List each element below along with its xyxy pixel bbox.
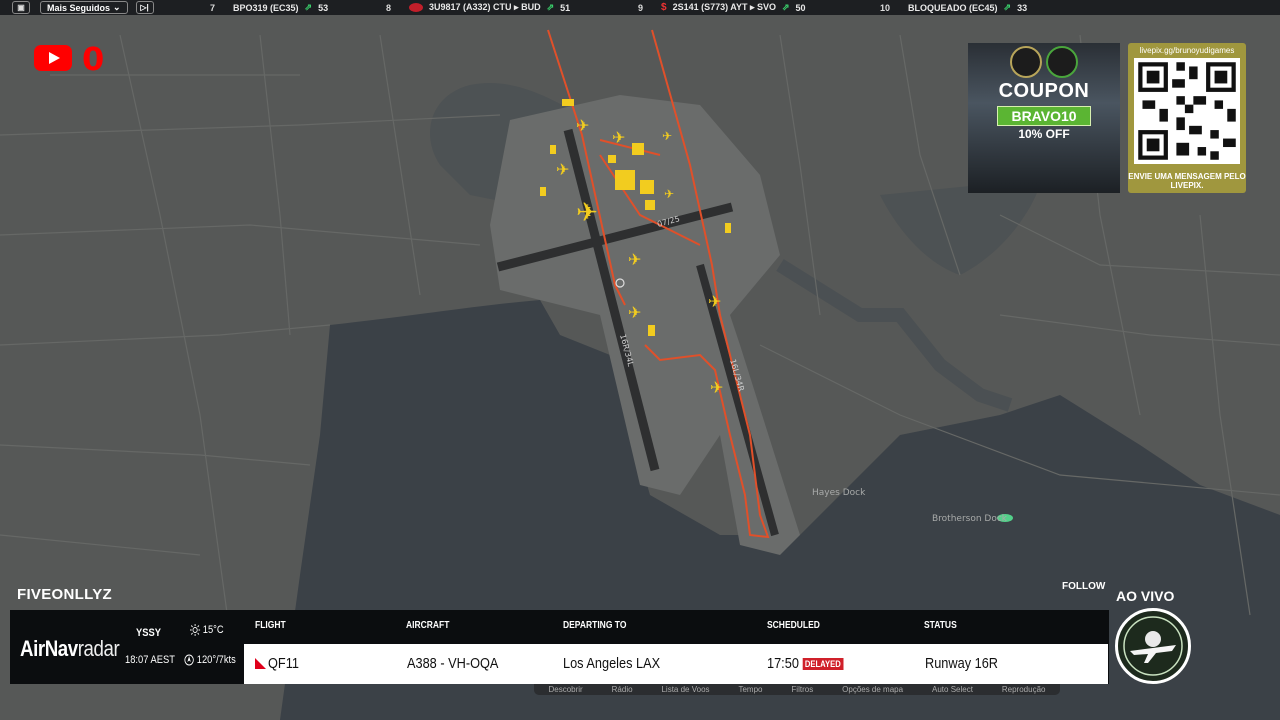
- menu-item-auto-select[interactable]: Auto Select: [932, 685, 973, 694]
- livepix-message: ENVIE UMA MENSAGEM PELO LIVEPIX.: [1128, 172, 1246, 190]
- airline-logo-icon: $: [661, 2, 667, 13]
- ticker-item[interactable]: 7 BPO319 (EC35) ⇗ 53: [210, 0, 328, 15]
- plane-icon: ✈: [710, 378, 723, 397]
- ticker-count: 53: [318, 2, 329, 13]
- plane-icon: ✈: [708, 292, 721, 311]
- brand-name: AirNav: [20, 636, 78, 661]
- coupon-code: BRAVO10: [997, 106, 1091, 126]
- livepix-ad: livepix.gg/brunoyudigames ENVIE UMA MENS…: [1128, 43, 1246, 193]
- follow-button[interactable]: FOLLOW: [1062, 581, 1105, 592]
- ticker-item[interactable]: 10 BLOQUEADO (EC45) ⇗ 33: [880, 0, 1027, 15]
- menu-item-map-options[interactable]: Opções de mapa: [842, 685, 903, 694]
- trend-up-icon: ⇗: [546, 2, 555, 12]
- coupon-title: COUPON: [998, 80, 1090, 102]
- wind-direction-icon: [184, 654, 194, 666]
- menu-item-weather[interactable]: Tempo: [738, 685, 762, 694]
- filter-dropdown[interactable]: Mais Seguidos ⌄: [40, 1, 128, 14]
- ticker-count: 50: [795, 2, 806, 13]
- sun-icon: [190, 624, 201, 636]
- youtube-icon: [34, 45, 72, 71]
- airplane-emblem-icon: [1123, 616, 1183, 676]
- plane-icon: ✈: [628, 303, 641, 322]
- menu-item-discover[interactable]: Descobrir: [548, 685, 582, 694]
- plane-icon: ✈: [576, 116, 589, 135]
- menu-item-flight-list[interactable]: Lista de Voos: [661, 685, 709, 694]
- plane-icon: ✈: [664, 187, 674, 201]
- skip-icon[interactable]: ▷|: [135, 1, 154, 14]
- ticker-flight: BPO319 (EC35): [233, 2, 299, 13]
- coupon-ad: COUPON BRAVO10 10% OFF: [968, 43, 1120, 193]
- channel-badge-icon: [1115, 608, 1191, 684]
- wind-speed: 120°/7kts: [196, 654, 236, 666]
- airport-code: YSSY: [136, 627, 161, 639]
- trend-up-icon: ⇗: [781, 2, 790, 12]
- qantas-logo-icon: [255, 658, 266, 669]
- ticker-item[interactable]: 9 $ 2S141 (S773) AYT ▸ SVO ⇗ 50: [638, 0, 806, 15]
- weather-info: 15°C: [190, 624, 224, 636]
- ticker-rank: 7: [210, 2, 216, 13]
- ticker-rank: 10: [880, 2, 891, 13]
- destination: Los Angeles LAX: [563, 655, 661, 672]
- delayed-badge: DELAYED: [802, 658, 844, 671]
- scheduled-time-cell: 17:50 DELAYED: [767, 655, 844, 672]
- ticker-count: 51: [560, 2, 571, 13]
- scheduled-time: 17:50: [767, 655, 799, 672]
- plane-icon: ✈: [556, 160, 569, 179]
- window-icon[interactable]: ▣: [12, 1, 30, 14]
- plane-icon: ✈: [662, 129, 672, 143]
- filter-label: Mais Seguidos: [47, 2, 111, 13]
- place-label: Brotherson Dock: [932, 514, 1008, 524]
- ticker-flight: BLOQUEADO (EC45): [908, 2, 998, 13]
- local-time: 18:07 AEST: [125, 654, 175, 666]
- map-menu-bar: Descobrir Rádio Lista de Voos Tempo Filt…: [534, 684, 1060, 695]
- menu-item-playback[interactable]: Reprodução: [1002, 685, 1046, 694]
- flight-status: Runway 16R: [925, 655, 999, 672]
- ticker-flight: 3U9817 (A332) CTU ▸ BUD: [429, 2, 541, 12]
- ticker-item[interactable]: 8 3U9817 (A332) CTU ▸ BUD ⇗ 51: [386, 0, 570, 15]
- plane-icon: ✈: [628, 250, 641, 269]
- header-scheduled: SCHEDULED: [767, 620, 820, 631]
- ticker-rank: 9: [638, 2, 644, 13]
- trend-up-icon: ⇗: [304, 2, 313, 12]
- header-status: STATUS: [924, 620, 957, 631]
- trend-up-icon: ⇗: [1003, 2, 1012, 12]
- aircraft-type: A388 - VH-OQA: [407, 655, 499, 672]
- header-flight: FLIGHT: [255, 620, 286, 631]
- brand-logo-icon: [1010, 46, 1042, 78]
- wind-info: 120°/7kts: [184, 654, 236, 666]
- brand-suffix: radar: [77, 636, 120, 661]
- ticker-flight: 2S141 (S773) AYT ▸ SVO: [672, 2, 776, 12]
- airline-logo-icon: [409, 3, 424, 12]
- livepix-url: livepix.gg/brunoyudigames: [1139, 46, 1235, 55]
- plane-icon: ✈: [612, 128, 625, 147]
- coupon-discount: 10% OFF: [1018, 127, 1070, 141]
- header-destination: DEPARTING TO: [563, 620, 627, 631]
- temperature: 15°C: [202, 624, 224, 636]
- place-label: Hayes Dock: [812, 488, 866, 498]
- chevron-down-icon: ⌄: [113, 2, 121, 12]
- youtube-count: 0: [82, 40, 105, 78]
- live-label: AO VIVO: [1116, 588, 1175, 604]
- menu-item-radio[interactable]: Rádio: [612, 685, 633, 694]
- airnav-logo: AirNavradar: [20, 636, 120, 662]
- flight-row[interactable]: QF11 A388 - VH-OQA Los Angeles LAX 17:50…: [244, 644, 1108, 684]
- flight-number: QF11: [268, 655, 299, 672]
- streamer-username: FIVEONLLYZ: [17, 586, 112, 603]
- ticker-bar: ▣ Mais Seguidos ⌄ ▷| 7 BPO319 (EC35) ⇗ 5…: [0, 0, 1280, 15]
- header-aircraft: AIRCRAFT: [406, 620, 450, 631]
- target-logo-icon: [1046, 46, 1078, 78]
- ticker-rank: 8: [386, 2, 392, 13]
- ticker-count: 33: [1017, 2, 1028, 13]
- plane-icon: ✈: [576, 198, 598, 228]
- flight-info-panel: AirNavradar YSSY 18:07 AEST 15°C 120°/7k…: [10, 610, 1109, 684]
- menu-item-filters[interactable]: Filtros: [791, 685, 813, 694]
- qr-code-icon: [1134, 58, 1240, 164]
